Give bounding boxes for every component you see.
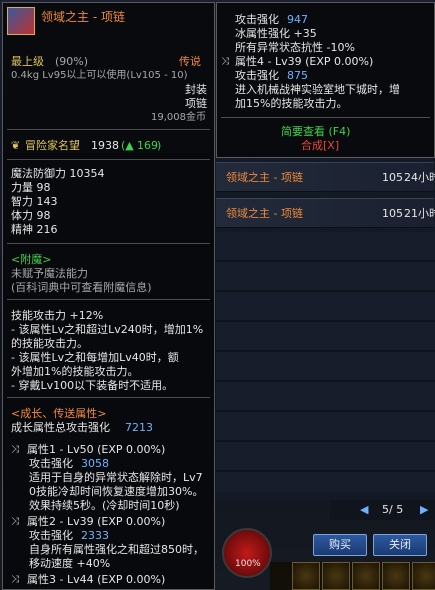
attr1-line: 效果持续5秒。(冷却时间10秒) [29,499,180,512]
auction-list: 领域之主 - 项链 105 24小时 领域之主 - 项链 105 21小时 [216,160,435,500]
item-type: 项链 [185,97,207,110]
attr2-line: 移动速度 +40% [29,557,111,570]
auction-item-level: 105 [382,171,403,184]
adventure-up-close: ) [157,139,162,152]
attr2-title: 属性2 - Lv39 (EXP 0.00%) [27,515,166,528]
auction-item-level: 105 [382,207,403,220]
stat-line: 体力 98 [11,209,51,222]
stat-line: 力量 98 [11,181,51,194]
divider [7,299,210,300]
empty-rows [216,232,435,492]
skill-slot[interactable] [352,562,380,590]
divider [7,159,210,160]
attr4-line: 加15%的技能攻击力。 [235,97,348,110]
pagination: ◀ 5/ 5 ▶ [330,500,435,520]
legend-tag: 传说 [179,55,201,68]
item-tooltip-continued: 攻击强化 947 冰属性强化 +35 所有异常状态抗性 -10% ⤨ 属性4 -… [216,2,435,158]
shuffle-icon: ⤨ [11,516,19,527]
skill-bar [270,562,435,590]
growth-total-value: 7213 [125,421,153,434]
ice-enhance: 冰属性强化 +35 [235,27,317,40]
enchant-hint: (百科词典中可查看附魔信息) [11,281,152,294]
auction-row[interactable]: 领域之主 - 项链 105 24小时 [216,162,435,192]
attr3-title: 属性3 - Lv44 (EXP 0.00%) [27,573,166,586]
attr4-line: 进入机械战神实验室地下城时，增 [235,83,400,96]
item-tooltip-main: 领域之主 - 项链 最上级 (90%) 传说 0.4kg Lv95以上可以使用(… [2,2,215,590]
skill-line: - 该属性Lv之和每增加Lv40时，额 [11,351,179,364]
auction-item-name: 领域之主 - 项链 [226,207,303,220]
stat-line: 智力 143 [11,195,58,208]
atk-value: 947 [287,13,308,26]
attr1-atk-value: 3058 [81,457,109,470]
enchant-none: 未赋予魔法能力 [11,267,88,280]
auction-item-time: 24小时 [404,171,435,184]
growth-total-label: 成长属性总攻击强化 [11,421,110,434]
weight-level: 0.4kg Lv95以上可以使用(Lv105 - 10) [11,70,188,81]
page-indicator: 5/ 5 [382,503,404,516]
auction-row[interactable]: 领域之主 - 项链 105 21小时 [216,198,435,228]
skill-line: 的技能攻击力。 [11,337,88,350]
close-button[interactable]: 关闭 [373,534,427,556]
enchant-title: <附魔> [11,253,52,266]
atk-label: 攻击强化 [235,13,279,26]
attr2-line: 自身所有属性强化之和超过850时， [29,543,204,556]
item-name: 领域之主 - 项链 [41,10,125,24]
rarity-percent: (90%) [55,55,89,68]
shuffle-icon: ⤨ [11,444,19,455]
attr4-atk-label: 攻击强化 [235,69,279,82]
stat-line: 精神 216 [11,223,58,236]
rarity: 最上级 [11,55,44,68]
attr1-line: 0技能冷却时间恢复速度增加30%。 [29,485,204,498]
attr1-line: 适用于自身的异常状态解除时，Lv7 [29,471,203,484]
hp-percent: 100% [235,559,261,569]
item-icon [7,7,35,35]
stat-line: 魔法防御力 10354 [11,167,105,180]
adventure-icon: ❦ [11,139,21,152]
shuffle-icon: ⤨ [11,574,19,585]
abnormal-resist: 所有异常状态抗性 -10% [235,41,355,54]
skill-slot[interactable] [322,562,350,590]
prev-page-icon[interactable]: ◀ [360,503,368,516]
shuffle-icon: ⤨ [221,56,229,67]
adventure-label: 冒险家名望 [25,139,80,152]
skill-line: 外增加1%的技能攻击力。 [11,365,139,378]
buy-button[interactable]: 购买 [313,534,367,556]
adventure-value: 1938 [91,139,119,152]
divider [7,243,210,244]
attr2-atk-label: 攻击强化 [29,529,73,542]
adventure-up-value: 169 [137,139,158,152]
adventure-up-icon: (▲ [121,139,134,152]
next-page-icon[interactable]: ▶ [420,503,428,516]
attr1-atk-label: 攻击强化 [29,457,73,470]
skill-slot[interactable] [382,562,410,590]
skill-slot[interactable] [412,562,435,590]
divider [7,397,210,398]
attr2-atk-value: 2333 [81,529,109,542]
brief-view-hint[interactable]: 简要查看 (F4) [281,125,350,138]
sealed-label: 封装 [185,83,207,96]
auction-item-name: 领域之主 - 项链 [226,171,303,184]
skill-line: - 穿戴Lv100以下装备时不适用。 [11,379,174,392]
skill-slot[interactable] [292,562,320,590]
auction-item-time: 21小时 [404,207,435,220]
attr4-title: 属性4 - Lv39 (EXP 0.00%) [235,55,374,68]
growth-title: <成长、传送属性> [11,407,107,420]
synth-hint[interactable]: 合成[X] [301,139,339,152]
attr4-atk-value: 875 [287,69,308,82]
skill-line: - 该属性Lv之和超过Lv240时，增加1% [11,323,204,336]
attr1-title: 属性1 - Lv50 (EXP 0.00%) [27,443,166,456]
item-price: 19,008金币 [151,112,206,123]
skill-line: 技能攻击力 +12% [11,309,104,322]
divider [221,117,430,118]
divider [7,129,210,130]
